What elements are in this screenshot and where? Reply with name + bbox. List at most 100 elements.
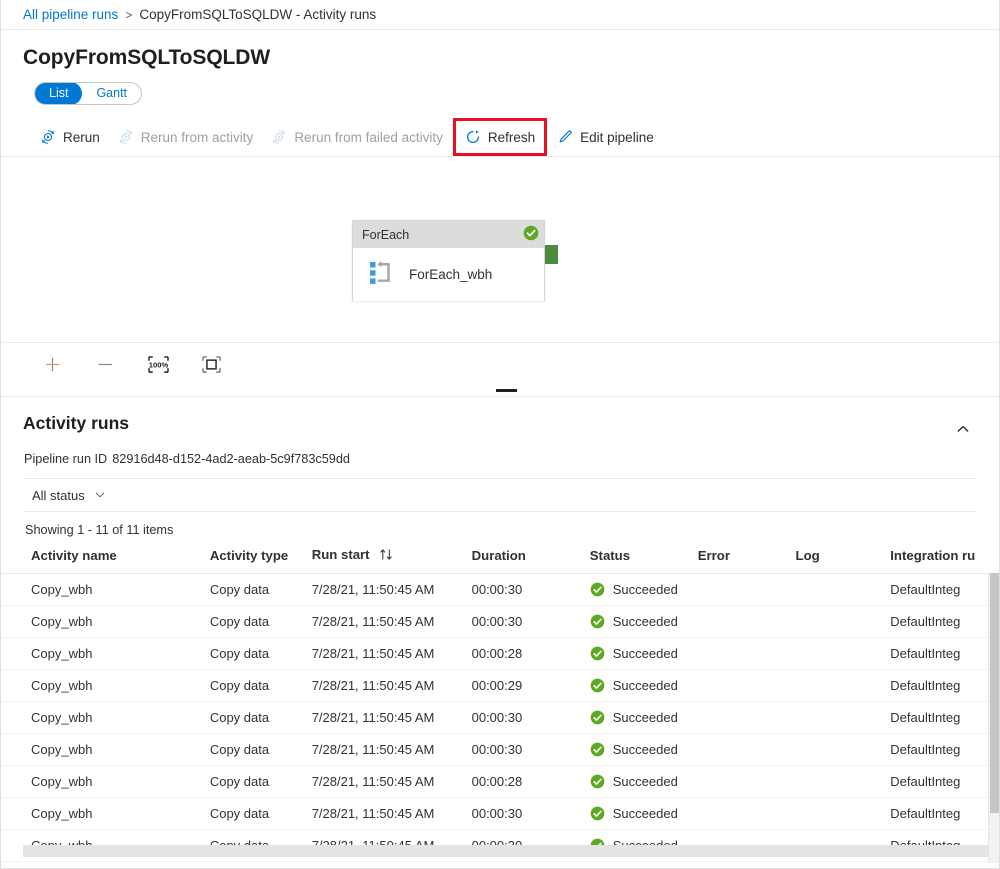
activity-runs-table: Activity name Activity type Run start Du… xyxy=(1,547,999,862)
rerun-from-activity-label: Rerun from activity xyxy=(141,130,254,145)
cell-duration: 00:00:30 xyxy=(472,606,590,638)
pipeline-run-id: Pipeline run ID82916d48-d152-4ad2-aeab-5… xyxy=(1,443,999,466)
table-row[interactable]: Copy_wbhCopy data7/28/21, 11:50:45 AM00:… xyxy=(1,638,999,670)
cell-integration-runtime: DefaultInteg xyxy=(890,734,999,766)
collapse-panel-button[interactable] xyxy=(949,415,977,443)
chevron-up-icon xyxy=(956,422,970,436)
status-succeeded-icon xyxy=(590,710,605,725)
cell-log xyxy=(796,670,891,702)
status-succeeded-icon xyxy=(590,646,605,661)
cell-error xyxy=(698,606,796,638)
activity-runs-title: Activity runs xyxy=(23,413,129,434)
zoom-reset-100-button[interactable]: 100% xyxy=(145,352,171,378)
cell-run-start: 7/28/21, 11:50:45 AM xyxy=(312,734,472,766)
activity-node-foreach[interactable]: ForEach xyxy=(352,220,545,301)
cell-activity-type: Copy data xyxy=(210,766,312,798)
cell-log xyxy=(796,798,891,830)
column-header-run-start[interactable]: Run start xyxy=(312,547,472,574)
node-status-succeeded-icon xyxy=(523,225,539,244)
column-header-log[interactable]: Log xyxy=(796,547,891,574)
cell-error xyxy=(698,638,796,670)
cell-log xyxy=(796,766,891,798)
cell-error xyxy=(698,798,796,830)
table-horizontal-scrollbar[interactable] xyxy=(23,845,989,857)
cell-activity-name: Copy_wbh xyxy=(1,766,210,798)
status-badge: Succeeded xyxy=(590,678,698,693)
zoom-out-button[interactable] xyxy=(92,352,118,378)
edit-pipeline-label: Edit pipeline xyxy=(580,130,654,145)
command-bar: Rerun Rerun from activity xyxy=(1,118,999,157)
node-header: ForEach xyxy=(353,221,544,248)
table-row[interactable]: Copy_wbhCopy data7/28/21, 11:50:45 AM00:… xyxy=(1,702,999,734)
cell-status: Succeeded xyxy=(590,606,698,638)
column-header-status[interactable]: Status xyxy=(590,547,698,574)
tab-gantt[interactable]: Gantt xyxy=(82,82,141,105)
rerun-from-failed-activity-icon xyxy=(271,129,287,145)
breadcrumb-all-pipeline-runs[interactable]: All pipeline runs xyxy=(23,7,118,22)
cell-integration-runtime: DefaultInteg xyxy=(890,606,999,638)
showing-items-count: Showing 1 - 11 of 11 items xyxy=(1,512,999,537)
node-body: ForEach_wbh xyxy=(353,248,544,301)
cell-activity-name: Copy_wbh xyxy=(1,702,210,734)
rerun-from-failed-activity-button[interactable]: Rerun from failed activity xyxy=(262,121,452,153)
status-filter-dropdown[interactable]: All status xyxy=(24,481,114,509)
rerun-from-activity-icon xyxy=(118,129,134,145)
cell-status: Succeeded xyxy=(590,574,698,606)
panel-splitter[interactable] xyxy=(1,386,999,397)
table-row[interactable]: Copy_wbhCopy data7/28/21, 11:50:45 AM00:… xyxy=(1,606,999,638)
activity-runs-page: All pipeline runs > CopyFromSQLToSQLDW -… xyxy=(0,0,1000,869)
table-row[interactable]: Copy_wbhCopy data7/28/21, 11:50:45 AM00:… xyxy=(1,766,999,798)
table-vertical-scrollbar[interactable] xyxy=(988,573,999,863)
node-output-connector[interactable] xyxy=(545,245,558,264)
column-header-run-start-label: Run start xyxy=(312,547,370,562)
chevron-down-icon xyxy=(94,489,106,501)
cell-error xyxy=(698,670,796,702)
cell-activity-type: Copy data xyxy=(210,702,312,734)
table-row[interactable]: Copy_wbhCopy data7/28/21, 11:50:45 AM00:… xyxy=(1,670,999,702)
cell-duration: 00:00:30 xyxy=(472,798,590,830)
cell-integration-runtime: DefaultInteg xyxy=(890,798,999,830)
status-filter-label: All status xyxy=(32,488,85,503)
pipeline-run-id-value: 82916d48-d152-4ad2-aeab-5c9f783c59dd xyxy=(112,452,350,466)
column-header-integration-runtime[interactable]: Integration ru xyxy=(890,547,999,574)
rerun-from-activity-button[interactable]: Rerun from activity xyxy=(109,121,263,153)
breadcrumb-separator: > xyxy=(125,8,132,22)
cell-run-start: 7/28/21, 11:50:45 AM xyxy=(312,766,472,798)
status-succeeded-icon xyxy=(590,806,605,821)
edit-pipeline-button[interactable]: Edit pipeline xyxy=(548,121,663,153)
column-header-error[interactable]: Error xyxy=(698,547,796,574)
canvas-controls: 100% xyxy=(1,342,999,386)
status-badge: Succeeded xyxy=(590,710,698,725)
sort-arrows-icon xyxy=(379,548,394,564)
zoom-in-button[interactable] xyxy=(39,352,65,378)
rerun-icon xyxy=(40,129,56,145)
column-header-activity-name[interactable]: Activity name xyxy=(1,547,210,574)
table-row[interactable]: Copy_wbhCopy data7/28/21, 11:50:45 AM00:… xyxy=(1,574,999,606)
cell-status: Succeeded xyxy=(590,702,698,734)
cell-run-start: 7/28/21, 11:50:45 AM xyxy=(312,702,472,734)
cell-activity-name: Copy_wbh xyxy=(1,798,210,830)
table-row[interactable]: Copy_wbhCopy data7/28/21, 11:50:45 AM00:… xyxy=(1,798,999,830)
column-header-activity-type[interactable]: Activity type xyxy=(210,547,312,574)
refresh-button[interactable]: Refresh xyxy=(456,121,544,153)
pipeline-canvas[interactable]: ForEach xyxy=(1,157,999,342)
cell-duration: 00:00:28 xyxy=(472,638,590,670)
cell-activity-type: Copy data xyxy=(210,606,312,638)
cell-status: Succeeded xyxy=(590,766,698,798)
splitter-handle[interactable] xyxy=(496,389,517,392)
status-badge: Succeeded xyxy=(590,774,698,789)
table-vertical-scrollbar-thumb[interactable] xyxy=(990,573,999,813)
cell-log xyxy=(796,638,891,670)
table-horizontal-scrollbar-thumb[interactable] xyxy=(23,845,783,857)
cell-integration-runtime: DefaultInteg xyxy=(890,766,999,798)
status-label: Succeeded xyxy=(613,582,678,597)
status-succeeded-icon xyxy=(590,582,605,597)
fit-to-screen-button[interactable] xyxy=(198,352,224,378)
tab-list[interactable]: List xyxy=(35,82,82,105)
rerun-button[interactable]: Rerun xyxy=(31,121,109,153)
column-header-duration[interactable]: Duration xyxy=(472,547,590,574)
cell-duration: 00:00:29 xyxy=(472,670,590,702)
status-label: Succeeded xyxy=(613,678,678,693)
table-row[interactable]: Copy_wbhCopy data7/28/21, 11:50:45 AM00:… xyxy=(1,734,999,766)
activity-runs-table-container: Activity name Activity type Run start Du… xyxy=(1,547,999,863)
